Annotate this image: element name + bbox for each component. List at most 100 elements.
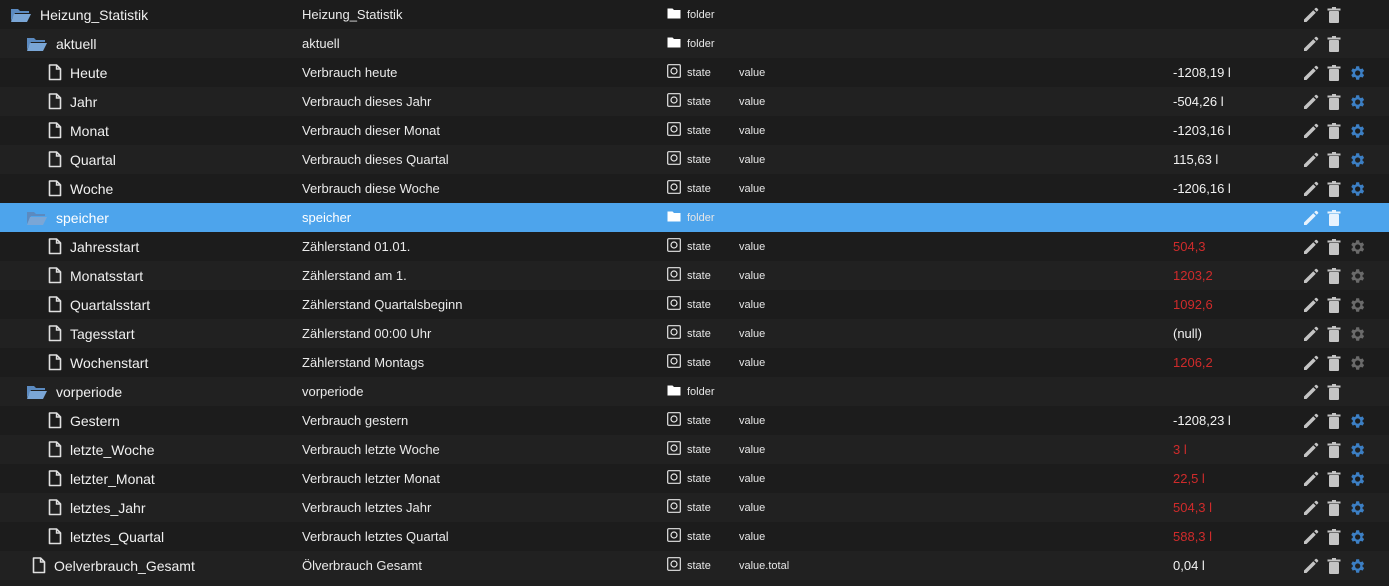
settings-gear-icon[interactable] (1346, 555, 1368, 577)
tree-row[interactable]: aktuell aktuell folder (0, 29, 1389, 58)
tree-node-id[interactable]: speicher (26, 203, 109, 232)
tree-row[interactable]: Jahresstart Zählerstand 01.01. state val… (0, 232, 1389, 261)
settings-gear-icon[interactable] (1346, 352, 1368, 374)
node-value[interactable]: 1203,2 (1173, 261, 1213, 290)
delete-trash-icon[interactable] (1323, 265, 1345, 287)
settings-gear-icon[interactable] (1346, 526, 1368, 548)
tree-row[interactable]: Gestern Verbrauch gestern state value -1… (0, 406, 1389, 435)
edit-pencil-icon[interactable] (1300, 352, 1322, 374)
file-icon[interactable] (48, 441, 62, 458)
node-value[interactable]: 3 l (1173, 435, 1187, 464)
tree-node-id[interactable]: Monatsstart (42, 261, 143, 290)
tree-node-id[interactable]: Monat (42, 116, 109, 145)
delete-trash-icon[interactable] (1323, 62, 1345, 84)
folder-open-icon[interactable] (10, 7, 32, 23)
tree-row[interactable]: Quartalsstart Zählerstand Quartalsbeginn… (0, 290, 1389, 319)
edit-pencil-icon[interactable] (1300, 62, 1322, 84)
delete-trash-icon[interactable] (1323, 497, 1345, 519)
settings-gear-icon[interactable] (1346, 178, 1368, 200)
edit-pencil-icon[interactable] (1300, 526, 1322, 548)
file-icon[interactable] (48, 93, 62, 110)
tree-row[interactable]: Heute Verbrauch heute state value -1208,… (0, 58, 1389, 87)
settings-gear-icon[interactable] (1346, 91, 1368, 113)
edit-pencil-icon[interactable] (1300, 236, 1322, 258)
file-icon[interactable] (48, 238, 62, 255)
edit-pencil-icon[interactable] (1300, 294, 1322, 316)
settings-gear-icon[interactable] (1346, 294, 1368, 316)
tree-node-id[interactable]: Jahresstart (42, 232, 139, 261)
tree-row[interactable]: Wochenstart Zählerstand Montags state va… (0, 348, 1389, 377)
delete-trash-icon[interactable] (1323, 207, 1345, 229)
node-value[interactable]: -1203,16 l (1173, 116, 1231, 145)
file-icon[interactable] (48, 528, 62, 545)
node-value[interactable]: -1206,16 l (1173, 174, 1231, 203)
tree-node-id[interactable]: Heute (42, 58, 107, 87)
folder-open-icon[interactable] (26, 210, 48, 226)
delete-trash-icon[interactable] (1323, 149, 1345, 171)
tree-node-id[interactable]: Quartal (42, 145, 116, 174)
tree-node-id[interactable]: letzter_Monat (42, 464, 155, 493)
node-value[interactable]: -1208,19 l (1173, 58, 1231, 87)
delete-trash-icon[interactable] (1323, 294, 1345, 316)
file-icon[interactable] (48, 412, 62, 429)
node-value[interactable]: -1208,23 l (1173, 406, 1231, 435)
tree-row[interactable]: letztes_Jahr Verbrauch letztes Jahr stat… (0, 493, 1389, 522)
tree-node-id[interactable]: vorperiode (26, 377, 122, 406)
settings-gear-icon[interactable] (1346, 236, 1368, 258)
tree-row[interactable]: Oelverbrauch_Gesamt Ölverbrauch Gesamt s… (0, 551, 1389, 580)
tree-row[interactable]: letzte_Woche Verbrauch letzte Woche stat… (0, 435, 1389, 464)
tree-row[interactable]: vorperiode vorperiode folder (0, 377, 1389, 406)
settings-gear-icon[interactable] (1346, 410, 1368, 432)
edit-pencil-icon[interactable] (1300, 33, 1322, 55)
edit-pencil-icon[interactable] (1300, 555, 1322, 577)
settings-gear-icon[interactable] (1346, 62, 1368, 84)
tree-node-id[interactable]: Jahr (42, 87, 97, 116)
settings-gear-icon[interactable] (1346, 497, 1368, 519)
edit-pencil-icon[interactable] (1300, 207, 1322, 229)
file-icon[interactable] (48, 354, 62, 371)
node-value[interactable]: 22,5 l (1173, 464, 1205, 493)
tree-row[interactable]: Monat Verbrauch dieser Monat state value… (0, 116, 1389, 145)
node-value[interactable]: 115,63 l (1173, 145, 1218, 174)
tree-row[interactable]: Heizung_Statistik Heizung_Statistik fold… (0, 0, 1389, 29)
edit-pencil-icon[interactable] (1300, 381, 1322, 403)
settings-gear-icon[interactable] (1346, 120, 1368, 142)
file-icon[interactable] (48, 325, 62, 342)
delete-trash-icon[interactable] (1323, 555, 1345, 577)
node-value[interactable]: 588,3 l (1173, 522, 1212, 551)
edit-pencil-icon[interactable] (1300, 178, 1322, 200)
node-value[interactable]: 504,3 l (1173, 493, 1212, 522)
settings-gear-icon[interactable] (1346, 265, 1368, 287)
tree-row[interactable]: Tagesstart Zählerstand 00:00 Uhr state v… (0, 319, 1389, 348)
edit-pencil-icon[interactable] (1300, 468, 1322, 490)
edit-pencil-icon[interactable] (1300, 4, 1322, 26)
tree-node-id[interactable]: Woche (42, 174, 113, 203)
tree-node-id[interactable]: aktuell (26, 29, 96, 58)
delete-trash-icon[interactable] (1323, 410, 1345, 432)
tree-row[interactable]: Monatsstart Zählerstand am 1. state valu… (0, 261, 1389, 290)
tree-row[interactable]: Jahr Verbrauch dieses Jahr state value -… (0, 87, 1389, 116)
tree-row[interactable]: Quartal Verbrauch dieses Quartal state v… (0, 145, 1389, 174)
tree-node-id[interactable]: Gestern (42, 406, 120, 435)
delete-trash-icon[interactable] (1323, 178, 1345, 200)
delete-trash-icon[interactable] (1323, 468, 1345, 490)
tree-node-id[interactable]: Heizung_Statistik (10, 0, 148, 29)
settings-gear-icon[interactable] (1346, 323, 1368, 345)
file-icon[interactable] (48, 64, 62, 81)
file-icon[interactable] (48, 122, 62, 139)
file-icon[interactable] (48, 267, 62, 284)
delete-trash-icon[interactable] (1323, 236, 1345, 258)
edit-pencil-icon[interactable] (1300, 120, 1322, 142)
file-icon[interactable] (48, 151, 62, 168)
delete-trash-icon[interactable] (1323, 526, 1345, 548)
edit-pencil-icon[interactable] (1300, 410, 1322, 432)
file-icon[interactable] (48, 296, 62, 313)
delete-trash-icon[interactable] (1323, 323, 1345, 345)
tree-row[interactable]: speicher speicher folder (0, 203, 1389, 232)
node-value[interactable]: 1092,6 (1173, 290, 1213, 319)
tree-node-id[interactable]: Wochenstart (42, 348, 148, 377)
file-icon[interactable] (48, 470, 62, 487)
folder-open-icon[interactable] (26, 384, 48, 400)
tree-node-id[interactable]: letztes_Jahr (42, 493, 145, 522)
settings-gear-icon[interactable] (1346, 149, 1368, 171)
